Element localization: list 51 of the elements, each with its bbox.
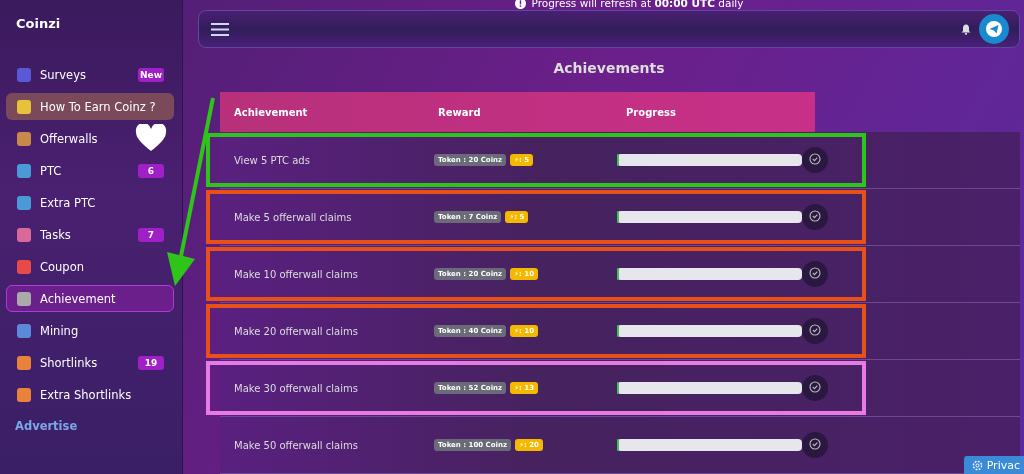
sidebar-item[interactable]: Shortlinks 19: [6, 349, 174, 376]
check-circle-icon[interactable]: [802, 204, 828, 230]
item-icon: [16, 226, 32, 243]
column-header: Progress: [625, 106, 677, 118]
achievement-name: Make 10 offerwall claims: [233, 268, 359, 280]
column-header: Reward: [437, 106, 482, 118]
achievement-name: Make 50 offerwall claims: [233, 439, 359, 451]
count-badge: 19: [138, 355, 164, 370]
sidebar-item[interactable]: Mining: [6, 317, 174, 344]
check-circle-icon[interactable]: [802, 375, 828, 401]
brand-name: Coinzi: [16, 16, 62, 31]
sidebar-item[interactable]: PTC 6: [6, 157, 174, 184]
item-icon: [16, 322, 32, 339]
send-icon[interactable]: [979, 14, 1009, 44]
count-badge: 6: [138, 163, 164, 178]
item-icon: [16, 354, 32, 371]
item-icon: [16, 130, 32, 147]
heart-icon: [135, 124, 167, 152]
sidebar-item[interactable]: Coupon: [6, 253, 174, 280]
bell-icon[interactable]: [961, 23, 971, 35]
sidebar-item[interactable]: Achievement: [6, 285, 174, 312]
sidebar-item[interactable]: Surveys New: [6, 61, 174, 88]
achievement-name: Make 5 offerwall claims: [233, 211, 353, 223]
check-circle-icon[interactable]: [802, 318, 828, 344]
sidebar-item[interactable]: Offerwalls: [6, 125, 174, 152]
advertise-link[interactable]: Advertise: [15, 419, 174, 433]
achievement-name: Make 20 offerwall claims: [233, 325, 359, 337]
check-circle-icon[interactable]: [802, 147, 828, 173]
menu-icon[interactable]: [211, 22, 229, 36]
achievement-name: View 5 PTC ads: [233, 154, 311, 166]
check-circle-icon[interactable]: [802, 261, 828, 287]
item-icon: [16, 162, 32, 179]
sidebar-item[interactable]: Extra PTC: [6, 189, 174, 216]
sidebar-item[interactable]: Extra Shortlinks: [6, 381, 174, 408]
item-icon: [16, 98, 32, 115]
item-icon: [16, 290, 32, 307]
item-icon: [16, 386, 32, 403]
item-icon: [16, 258, 32, 275]
check-circle-icon[interactable]: [802, 432, 828, 458]
privacy-button[interactable]: Privac: [963, 456, 1024, 474]
column-header: Achievement: [233, 106, 309, 118]
item-icon: [16, 66, 32, 83]
info-icon: [514, 0, 526, 9]
sidebar-item[interactable]: How To Earn Coinz ?: [6, 93, 174, 120]
settings-icon: [971, 460, 983, 471]
item-icon: [16, 194, 32, 211]
sidebar-item[interactable]: Tasks 7: [6, 221, 174, 248]
count-badge: New: [138, 67, 164, 82]
page-title: Achievements: [552, 60, 666, 76]
achievement-name: Make 30 offerwall claims: [233, 382, 359, 394]
count-badge: 7: [138, 227, 164, 242]
